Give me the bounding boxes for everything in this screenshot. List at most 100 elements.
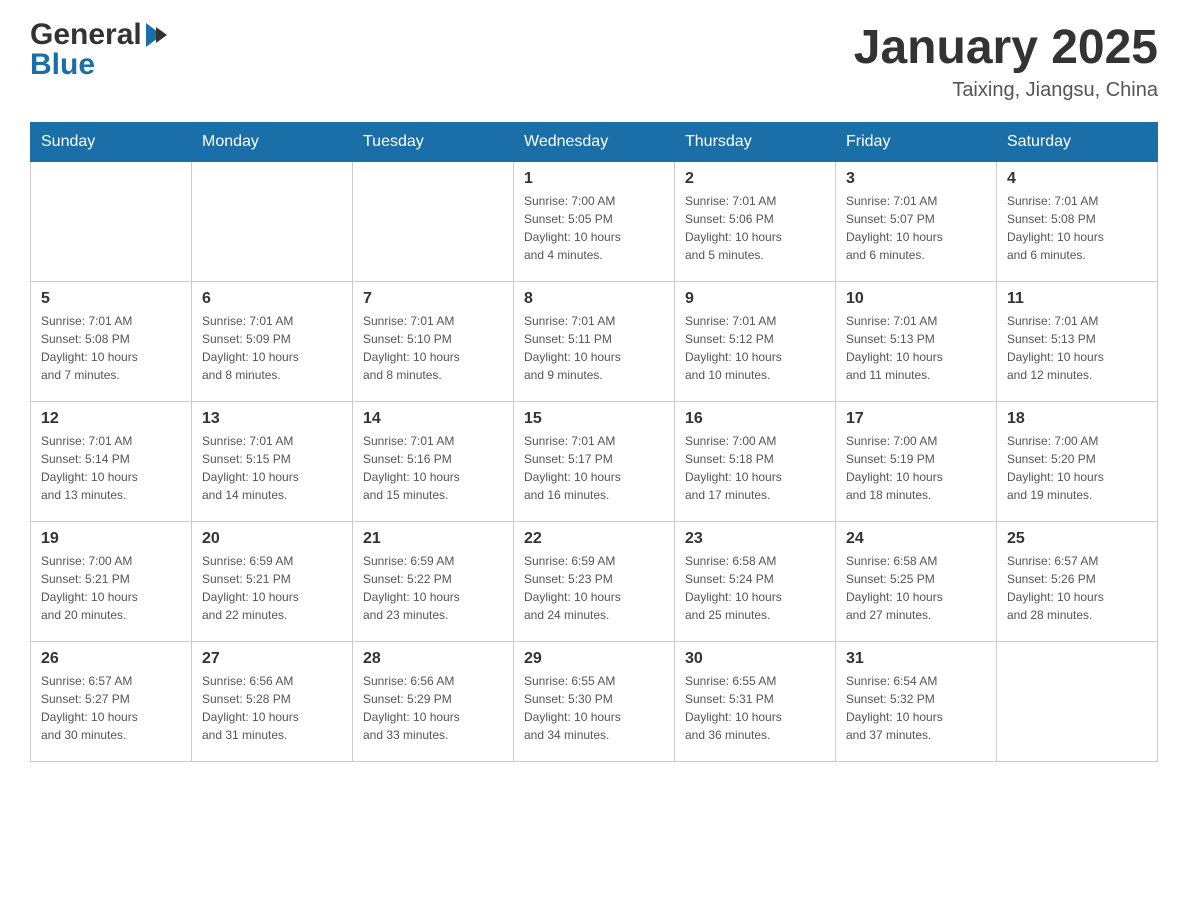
day-number: 8 — [524, 290, 664, 308]
day-info: Sunrise: 7:01 AM Sunset: 5:08 PM Dayligh… — [41, 312, 181, 384]
calendar-cell: 5 Sunrise: 7:01 AM Sunset: 5:08 PM Daylig… — [31, 282, 192, 402]
calendar-cell: 30 Sunrise: 6:55 AM Sunset: 5:31 PM Dayli… — [675, 642, 836, 762]
day-number: 12 — [41, 410, 181, 428]
day-number: 10 — [846, 290, 986, 308]
day-info: Sunrise: 7:00 AM Sunset: 5:20 PM Dayligh… — [1007, 432, 1147, 504]
day-info: Sunrise: 6:58 AM Sunset: 5:25 PM Dayligh… — [846, 552, 986, 624]
calendar-cell: 27Sunrise: 6:56 AM Sunset: 5:28 PM Dayli… — [192, 642, 353, 762]
calendar-table: SundayMondayTuesdayWednesdayThursdayFrid… — [30, 122, 1158, 762]
day-number: 30 — [685, 650, 825, 668]
day-number: 13 — [202, 410, 342, 428]
day-number: 25 — [1007, 530, 1147, 548]
day-info: Sunrise: 7:00 AM Sunset: 5:05 PM Dayligh… — [524, 192, 664, 264]
calendar-cell: 31 Sunrise: 6:54 AM Sunset: 5:32 PM Dayli… — [836, 642, 997, 762]
day-number: 4 — [1007, 170, 1147, 188]
calendar-cell: 16 Sunrise: 7:00 AM Sunset: 5:18 PM Dayli… — [675, 402, 836, 522]
day-number: 14 — [363, 410, 503, 428]
day-info: Sunrise: 7:01 AM Sunset: 5:15 PM Dayligh… — [202, 432, 342, 504]
day-info: Sunrise: 6:59 AM Sunset: 5:22 PM Dayligh… — [363, 552, 503, 624]
day-info: Sunrise: 7:01 AM Sunset: 5:10 PM Dayligh… — [363, 312, 503, 384]
day-info: Sunrise: 7:01 AM Sunset: 5:16 PM Dayligh… — [363, 432, 503, 504]
day-info: Sunrise: 7:01 AM Sunset: 5:13 PM Dayligh… — [1007, 312, 1147, 384]
day-info: Sunrise: 6:56 AM Sunset: 5:29 PM Dayligh… — [363, 672, 503, 744]
day-number: 27 — [202, 650, 342, 668]
day-number: 24 — [846, 530, 986, 548]
calendar-cell: 11 Sunrise: 7:01 AM Sunset: 5:13 PM Dayli… — [997, 282, 1158, 402]
calendar-cell: 25 Sunrise: 6:57 AM Sunset: 5:26 PM Dayli… — [997, 522, 1158, 642]
calendar-cell — [31, 162, 192, 282]
day-number: 22 — [524, 530, 664, 548]
day-number: 31 — [846, 650, 986, 668]
calendar-cell — [353, 162, 514, 282]
calendar-cell — [997, 642, 1158, 762]
logo-arrow2-icon — [156, 27, 167, 43]
calendar-week-3: 12 Sunrise: 7:01 AM Sunset: 5:14 PM Dayli… — [31, 402, 1158, 522]
calendar-cell: 19Sunrise: 7:00 AM Sunset: 5:21 PM Dayli… — [31, 522, 192, 642]
day-number: 6 — [202, 290, 342, 308]
calendar-cell: 15 Sunrise: 7:01 AM Sunset: 5:17 PM Dayli… — [514, 402, 675, 522]
day-number: 16 — [685, 410, 825, 428]
day-info: Sunrise: 7:01 AM Sunset: 5:09 PM Dayligh… — [202, 312, 342, 384]
day-number: 3 — [846, 170, 986, 188]
day-info: Sunrise: 6:58 AM Sunset: 5:24 PM Dayligh… — [685, 552, 825, 624]
day-info: Sunrise: 7:00 AM Sunset: 5:18 PM Dayligh… — [685, 432, 825, 504]
day-number: 9 — [685, 290, 825, 308]
calendar-cell: 7Sunrise: 7:01 AM Sunset: 5:10 PM Daylig… — [353, 282, 514, 402]
calendar-week-2: 5 Sunrise: 7:01 AM Sunset: 5:08 PM Daylig… — [31, 282, 1158, 402]
calendar-cell: 17Sunrise: 7:00 AM Sunset: 5:19 PM Dayli… — [836, 402, 997, 522]
logo-blue-text: Blue — [30, 48, 167, 82]
calendar-cell: 29 Sunrise: 6:55 AM Sunset: 5:30 PM Dayli… — [514, 642, 675, 762]
calendar-cell: 9Sunrise: 7:01 AM Sunset: 5:12 PM Daylig… — [675, 282, 836, 402]
month-title: January 2025 — [854, 20, 1158, 75]
calendar-cell: 1Sunrise: 7:00 AM Sunset: 5:05 PM Daylig… — [514, 162, 675, 282]
day-number: 2 — [685, 170, 825, 188]
day-number: 29 — [524, 650, 664, 668]
calendar-header-wednesday: Wednesday — [514, 123, 675, 162]
calendar-cell: 18Sunrise: 7:00 AM Sunset: 5:20 PM Dayli… — [997, 402, 1158, 522]
day-info: Sunrise: 6:55 AM Sunset: 5:30 PM Dayligh… — [524, 672, 664, 744]
calendar-cell: 4 Sunrise: 7:01 AM Sunset: 5:08 PM Daylig… — [997, 162, 1158, 282]
day-number: 23 — [685, 530, 825, 548]
day-number: 28 — [363, 650, 503, 668]
day-number: 5 — [41, 290, 181, 308]
day-number: 21 — [363, 530, 503, 548]
day-info: Sunrise: 6:54 AM Sunset: 5:32 PM Dayligh… — [846, 672, 986, 744]
day-info: Sunrise: 7:01 AM Sunset: 5:17 PM Dayligh… — [524, 432, 664, 504]
calendar-cell: 3 Sunrise: 7:01 AM Sunset: 5:07 PM Daylig… — [836, 162, 997, 282]
day-number: 11 — [1007, 290, 1147, 308]
day-info: Sunrise: 7:01 AM Sunset: 5:07 PM Dayligh… — [846, 192, 986, 264]
calendar-header-saturday: Saturday — [997, 123, 1158, 162]
day-info: Sunrise: 7:00 AM Sunset: 5:21 PM Dayligh… — [41, 552, 181, 624]
calendar-header-sunday: Sunday — [31, 123, 192, 162]
calendar-header-tuesday: Tuesday — [353, 123, 514, 162]
calendar-cell: 21 Sunrise: 6:59 AM Sunset: 5:22 PM Dayli… — [353, 522, 514, 642]
title-section: January 2025 Taixing, Jiangsu, China — [854, 20, 1158, 102]
calendar-week-5: 26Sunrise: 6:57 AM Sunset: 5:27 PM Dayli… — [31, 642, 1158, 762]
day-info: Sunrise: 6:55 AM Sunset: 5:31 PM Dayligh… — [685, 672, 825, 744]
day-info: Sunrise: 6:57 AM Sunset: 5:26 PM Dayligh… — [1007, 552, 1147, 624]
calendar-week-1: 1Sunrise: 7:00 AM Sunset: 5:05 PM Daylig… — [31, 162, 1158, 282]
day-info: Sunrise: 6:59 AM Sunset: 5:21 PM Dayligh… — [202, 552, 342, 624]
calendar-cell: 8 Sunrise: 7:01 AM Sunset: 5:11 PM Daylig… — [514, 282, 675, 402]
page-header: General Blue January 2025 Taixing, Jiang… — [30, 20, 1158, 102]
calendar-cell: 26Sunrise: 6:57 AM Sunset: 5:27 PM Dayli… — [31, 642, 192, 762]
calendar-cell: 6 Sunrise: 7:01 AM Sunset: 5:09 PM Daylig… — [192, 282, 353, 402]
calendar-week-4: 19Sunrise: 7:00 AM Sunset: 5:21 PM Dayli… — [31, 522, 1158, 642]
calendar-cell: 23 Sunrise: 6:58 AM Sunset: 5:24 PM Dayli… — [675, 522, 836, 642]
day-number: 15 — [524, 410, 664, 428]
day-info: Sunrise: 6:59 AM Sunset: 5:23 PM Dayligh… — [524, 552, 664, 624]
day-info: Sunrise: 7:01 AM Sunset: 5:08 PM Dayligh… — [1007, 192, 1147, 264]
day-info: Sunrise: 6:57 AM Sunset: 5:27 PM Dayligh… — [41, 672, 181, 744]
day-info: Sunrise: 7:00 AM Sunset: 5:19 PM Dayligh… — [846, 432, 986, 504]
day-info: Sunrise: 7:01 AM Sunset: 5:14 PM Dayligh… — [41, 432, 181, 504]
calendar-cell — [192, 162, 353, 282]
logo-general-text: General — [30, 20, 142, 50]
calendar-header-row: SundayMondayTuesdayWednesdayThursdayFrid… — [31, 123, 1158, 162]
calendar-cell: 20Sunrise: 6:59 AM Sunset: 5:21 PM Dayli… — [192, 522, 353, 642]
location-text: Taixing, Jiangsu, China — [854, 79, 1158, 102]
day-info: Sunrise: 7:01 AM Sunset: 5:11 PM Dayligh… — [524, 312, 664, 384]
calendar-cell: 14 Sunrise: 7:01 AM Sunset: 5:16 PM Dayli… — [353, 402, 514, 522]
calendar-cell: 28 Sunrise: 6:56 AM Sunset: 5:29 PM Dayli… — [353, 642, 514, 762]
calendar-cell: 13 Sunrise: 7:01 AM Sunset: 5:15 PM Dayli… — [192, 402, 353, 522]
calendar-cell: 24 Sunrise: 6:58 AM Sunset: 5:25 PM Dayli… — [836, 522, 997, 642]
